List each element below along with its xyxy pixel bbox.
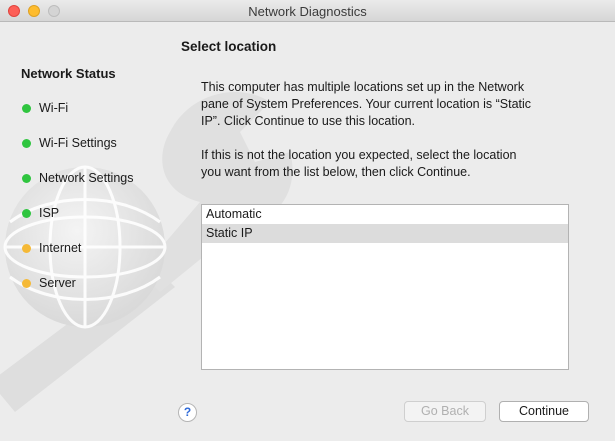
location-list[interactable]: Automatic Static IP [201, 204, 569, 370]
select-location-heading: Select location [181, 39, 277, 54]
network-status-heading: Network Status [21, 66, 116, 81]
yellow-status-dot-icon [22, 279, 31, 288]
green-status-dot-icon [22, 139, 31, 148]
status-item-label: Network Settings [39, 171, 134, 185]
location-row-static-ip[interactable]: Static IP [202, 224, 568, 243]
status-item-label: Wi-Fi [39, 101, 69, 115]
help-button[interactable]: ? [178, 403, 197, 422]
location-instructions-text: If this is not the location you expected… [201, 147, 571, 181]
status-item-label: Internet [39, 241, 82, 255]
green-status-dot-icon [22, 104, 31, 113]
title-bar: Network Diagnostics [0, 0, 615, 22]
green-status-dot-icon [22, 209, 31, 218]
network-diagnostics-window: Network Diagnostics Network Status Wi-Fi [0, 0, 615, 441]
yellow-status-dot-icon [22, 244, 31, 253]
continue-button[interactable]: Continue [499, 401, 589, 422]
green-status-dot-icon [22, 174, 31, 183]
text-line: you want from the list below, then click… [201, 165, 471, 179]
text-line: IP”. Click Continue to use this location… [201, 114, 415, 128]
go-back-button[interactable]: Go Back [404, 401, 486, 422]
status-item-label: Wi-Fi Settings [39, 136, 117, 150]
status-item-label: ISP [39, 206, 60, 220]
text-line: If this is not the location you expected… [201, 148, 517, 162]
window-title: Network Diagnostics [248, 4, 367, 19]
text-line: This computer has multiple locations set… [201, 80, 525, 94]
text-line: pane of System Preferences. Your current… [201, 97, 532, 111]
location-row-automatic[interactable]: Automatic [202, 205, 568, 224]
status-item-label: Server [39, 276, 76, 290]
locations-explanation-text: This computer has multiple locations set… [201, 79, 571, 130]
